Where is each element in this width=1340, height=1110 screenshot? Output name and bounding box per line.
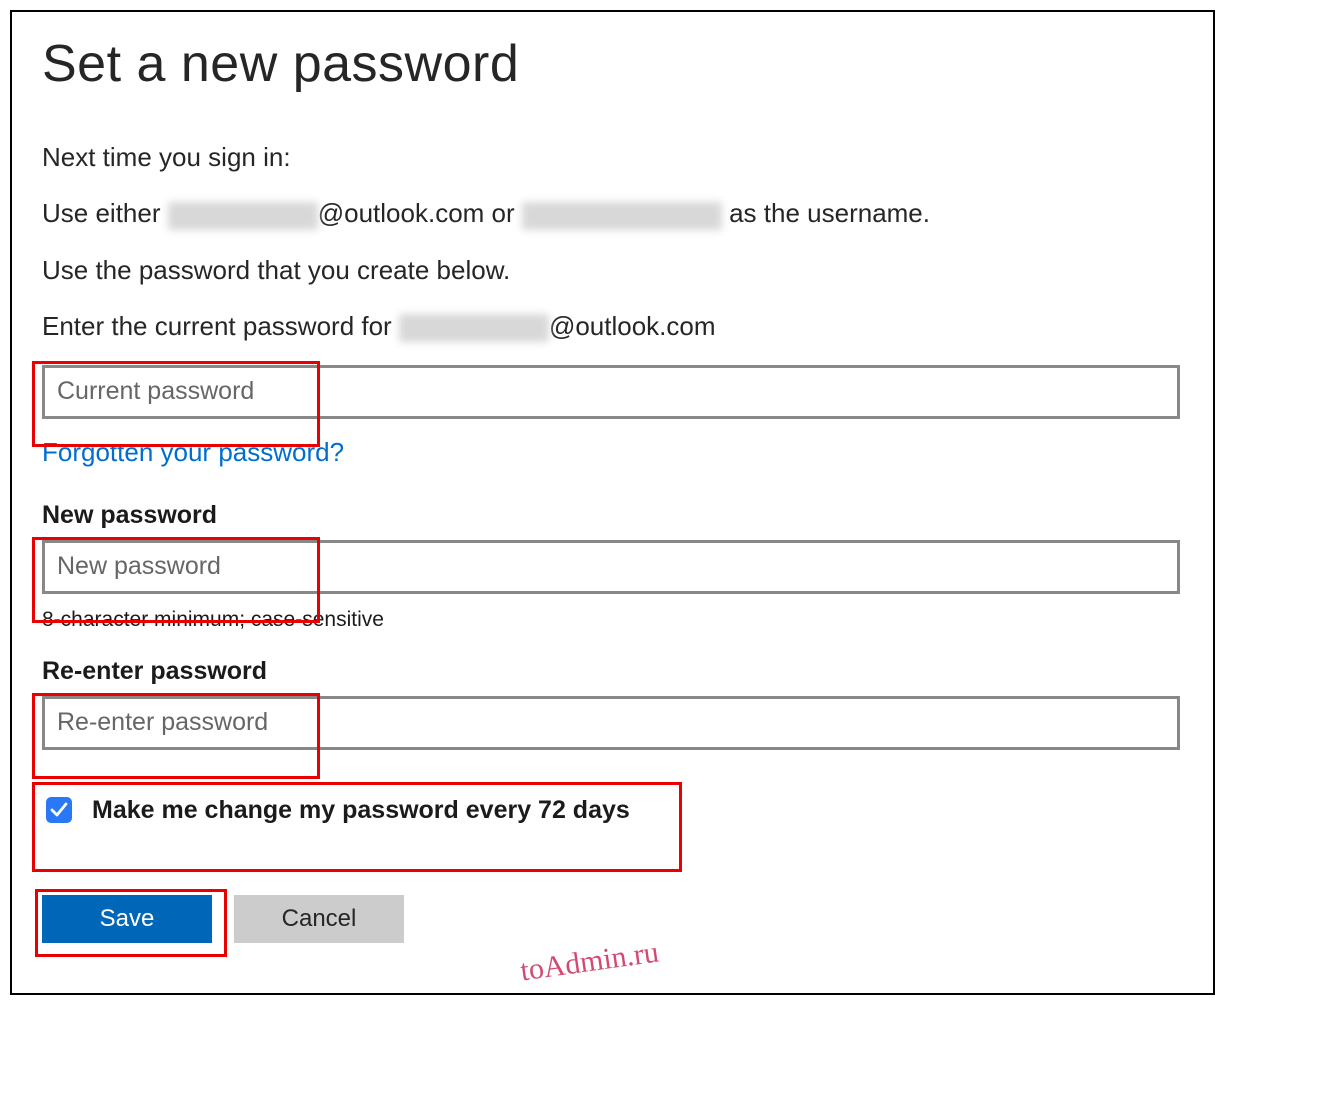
reenter-password-field-block: [42, 696, 1183, 750]
reenter-password-label: Re-enter password: [42, 657, 1183, 686]
expiry-checkbox[interactable]: [46, 797, 72, 823]
redacted-email-local: [168, 202, 318, 230]
new-password-input[interactable]: [42, 540, 1180, 594]
cancel-button[interactable]: Cancel: [234, 895, 404, 943]
password-form-frame: Set a new password Next time you sign in…: [10, 10, 1215, 995]
redacted-alt-username: [522, 202, 722, 230]
new-password-field-block: [42, 540, 1183, 594]
save-button[interactable]: Save: [42, 895, 212, 943]
current-password-field-block: [42, 365, 1183, 419]
check-icon: [49, 800, 69, 820]
password-hint: 8-character minimum; case-sensitive: [42, 608, 1183, 632]
instruction-signin: Next time you sign in:: [42, 139, 1183, 175]
outlook-or-text: @outlook.com or: [318, 198, 522, 228]
expiry-checkbox-row: Make me change my password every 72 days: [42, 796, 1183, 825]
reenter-password-input[interactable]: [42, 696, 1180, 750]
current-password-input[interactable]: [42, 365, 1180, 419]
button-row: Save Cancel: [42, 895, 1183, 943]
outlook-domain-text: @outlook.com: [549, 311, 716, 341]
instruction-username: Use either @outlook.com or as the userna…: [42, 195, 1183, 231]
redacted-email-local2: [399, 314, 549, 342]
save-button-highlight: Save: [42, 895, 212, 943]
as-username-text: as the username.: [722, 198, 930, 228]
page-title: Set a new password: [42, 34, 1183, 94]
enter-current-text: Enter the current password for: [42, 311, 399, 341]
expiry-checkbox-label: Make me change my password every 72 days: [92, 796, 630, 825]
instruction-use-password: Use the password that you create below.: [42, 252, 1183, 288]
forgot-password-link[interactable]: Forgotten your password?: [42, 437, 344, 468]
new-password-label: New password: [42, 501, 1183, 530]
instruction-enter-current: Enter the current password for @outlook.…: [42, 308, 1183, 344]
use-either-text: Use either: [42, 198, 168, 228]
